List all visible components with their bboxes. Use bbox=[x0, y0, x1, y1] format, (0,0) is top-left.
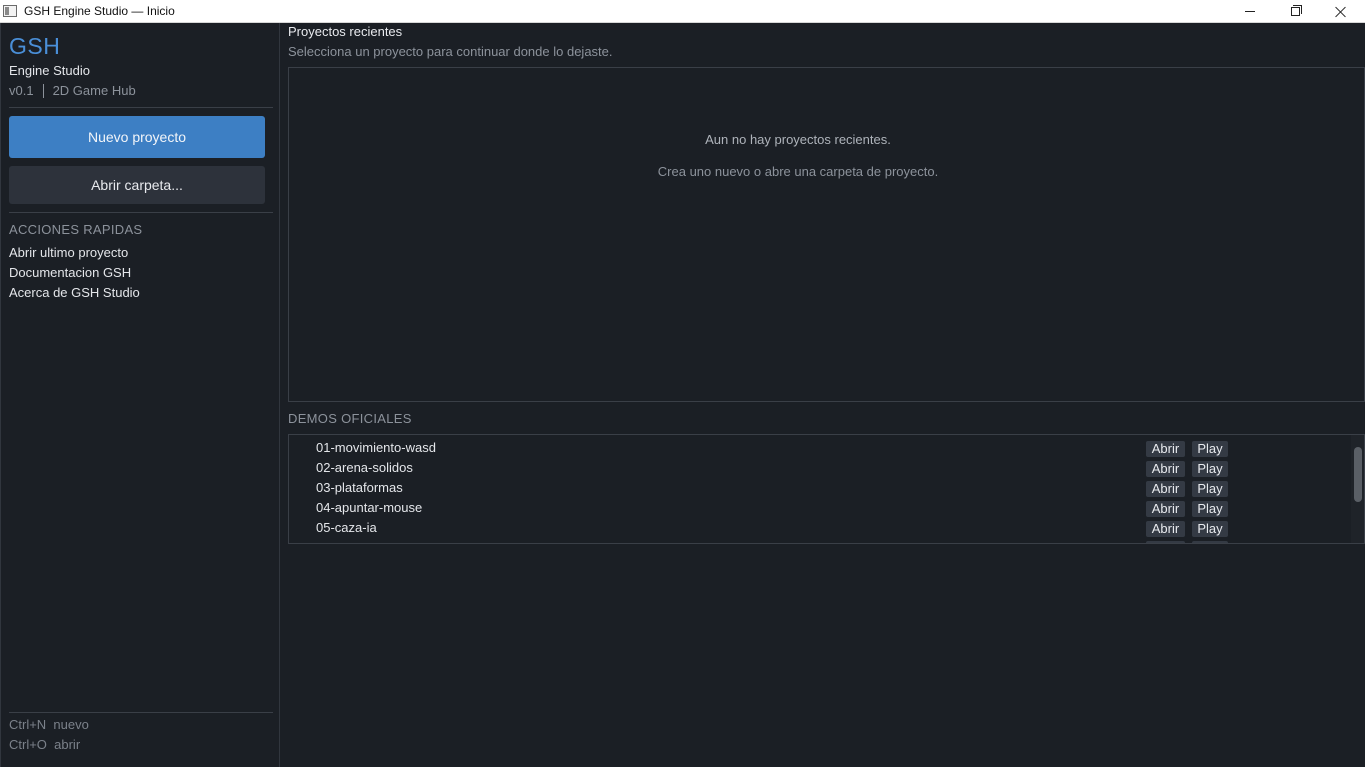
divider bbox=[9, 212, 273, 213]
divider bbox=[9, 712, 273, 713]
tagline-label: 2D Game Hub bbox=[52, 83, 136, 98]
play-demo-button[interactable]: Play bbox=[1192, 441, 1228, 457]
divider bbox=[9, 107, 273, 108]
official-demos-list: 01-movimiento-wasd Abrir Play 02-arena-s… bbox=[288, 434, 1365, 544]
minimize-icon bbox=[1245, 11, 1255, 12]
close-button[interactable] bbox=[1318, 0, 1364, 23]
window-title: GSH Engine Studio — Inicio bbox=[24, 4, 175, 18]
play-demo-button[interactable]: Play bbox=[1192, 521, 1228, 537]
version-separator bbox=[42, 83, 44, 98]
quick-action-documentation[interactable]: Documentacion GSH bbox=[9, 265, 131, 280]
demos-scrollbar-thumb[interactable] bbox=[1354, 447, 1362, 502]
list-item: 03-plataformas Abrir Play bbox=[289, 478, 1349, 498]
version-row: v0.1 2D Game Hub bbox=[9, 83, 136, 98]
demo-name: 04-apuntar-mouse bbox=[316, 500, 423, 515]
open-demo-button[interactable]: Abrir bbox=[1146, 481, 1185, 497]
minimize-button[interactable] bbox=[1227, 0, 1273, 23]
recent-projects-panel: Aun no hay proyectos recientes. Crea uno… bbox=[288, 67, 1365, 402]
open-demo-button[interactable] bbox=[1146, 541, 1185, 543]
list-item: 02-arena-solidos Abrir Play bbox=[289, 458, 1349, 478]
empty-state-hint: Crea uno nuevo o abre una carpeta de pro… bbox=[657, 164, 939, 179]
main-content: Proyectos recientes Selecciona un proyec… bbox=[280, 23, 1365, 767]
demo-name: 03-plataformas bbox=[316, 480, 403, 495]
open-folder-button[interactable]: Abrir carpeta... bbox=[9, 166, 265, 204]
play-demo-button[interactable] bbox=[1192, 541, 1228, 543]
open-demo-button[interactable]: Abrir bbox=[1146, 441, 1185, 457]
play-demo-button[interactable]: Play bbox=[1192, 461, 1228, 477]
demo-name: 02-arena-solidos bbox=[316, 460, 413, 475]
quick-actions-heading: ACCIONES RAPIDAS bbox=[9, 222, 143, 237]
open-demo-button[interactable]: Abrir bbox=[1146, 461, 1185, 477]
sidebar: GSH Engine Studio v0.1 2D Game Hub Nuevo… bbox=[0, 23, 280, 767]
shortcut-hint-new: Ctrl+N nuevo bbox=[9, 717, 89, 732]
list-item: 05-caza-ia Abrir Play bbox=[289, 518, 1349, 538]
open-demo-button[interactable]: Abrir bbox=[1146, 501, 1185, 517]
restore-icon bbox=[1290, 5, 1302, 16]
new-project-button[interactable]: Nuevo proyecto bbox=[9, 116, 265, 158]
window-titlebar: GSH Engine Studio — Inicio bbox=[0, 0, 1365, 23]
recent-projects-title: Proyectos recientes bbox=[288, 24, 403, 39]
quick-action-about[interactable]: Acerca de GSH Studio bbox=[9, 285, 140, 300]
shortcut-hint-open: Ctrl+O abrir bbox=[9, 737, 81, 752]
app-window-icon bbox=[3, 5, 17, 17]
empty-state-message: Aun no hay proyectos recientes. bbox=[705, 132, 891, 147]
recent-projects-subtitle: Selecciona un proyecto para continuar do… bbox=[288, 44, 613, 59]
list-item: 04-apuntar-mouse Abrir Play bbox=[289, 498, 1349, 518]
quick-action-open-last[interactable]: Abrir ultimo proyecto bbox=[9, 245, 128, 260]
list-item-partial bbox=[289, 538, 1349, 543]
close-icon bbox=[1335, 6, 1347, 18]
brand-logo-text: GSH bbox=[9, 33, 61, 59]
demo-name: 01-movimiento-wasd bbox=[316, 440, 436, 455]
demos-scrollbar[interactable] bbox=[1351, 435, 1364, 543]
open-demo-button[interactable]: Abrir bbox=[1146, 521, 1185, 537]
demo-name: 05-caza-ia bbox=[316, 520, 377, 535]
version-label: v0.1 bbox=[9, 83, 34, 98]
list-item: 01-movimiento-wasd Abrir Play bbox=[289, 438, 1349, 458]
restore-button[interactable] bbox=[1272, 0, 1318, 23]
play-demo-button[interactable]: Play bbox=[1192, 481, 1228, 497]
brand-subtitle: Engine Studio bbox=[9, 63, 90, 78]
official-demos-heading: DEMOS OFICIALES bbox=[288, 411, 412, 426]
play-demo-button[interactable]: Play bbox=[1192, 501, 1228, 517]
